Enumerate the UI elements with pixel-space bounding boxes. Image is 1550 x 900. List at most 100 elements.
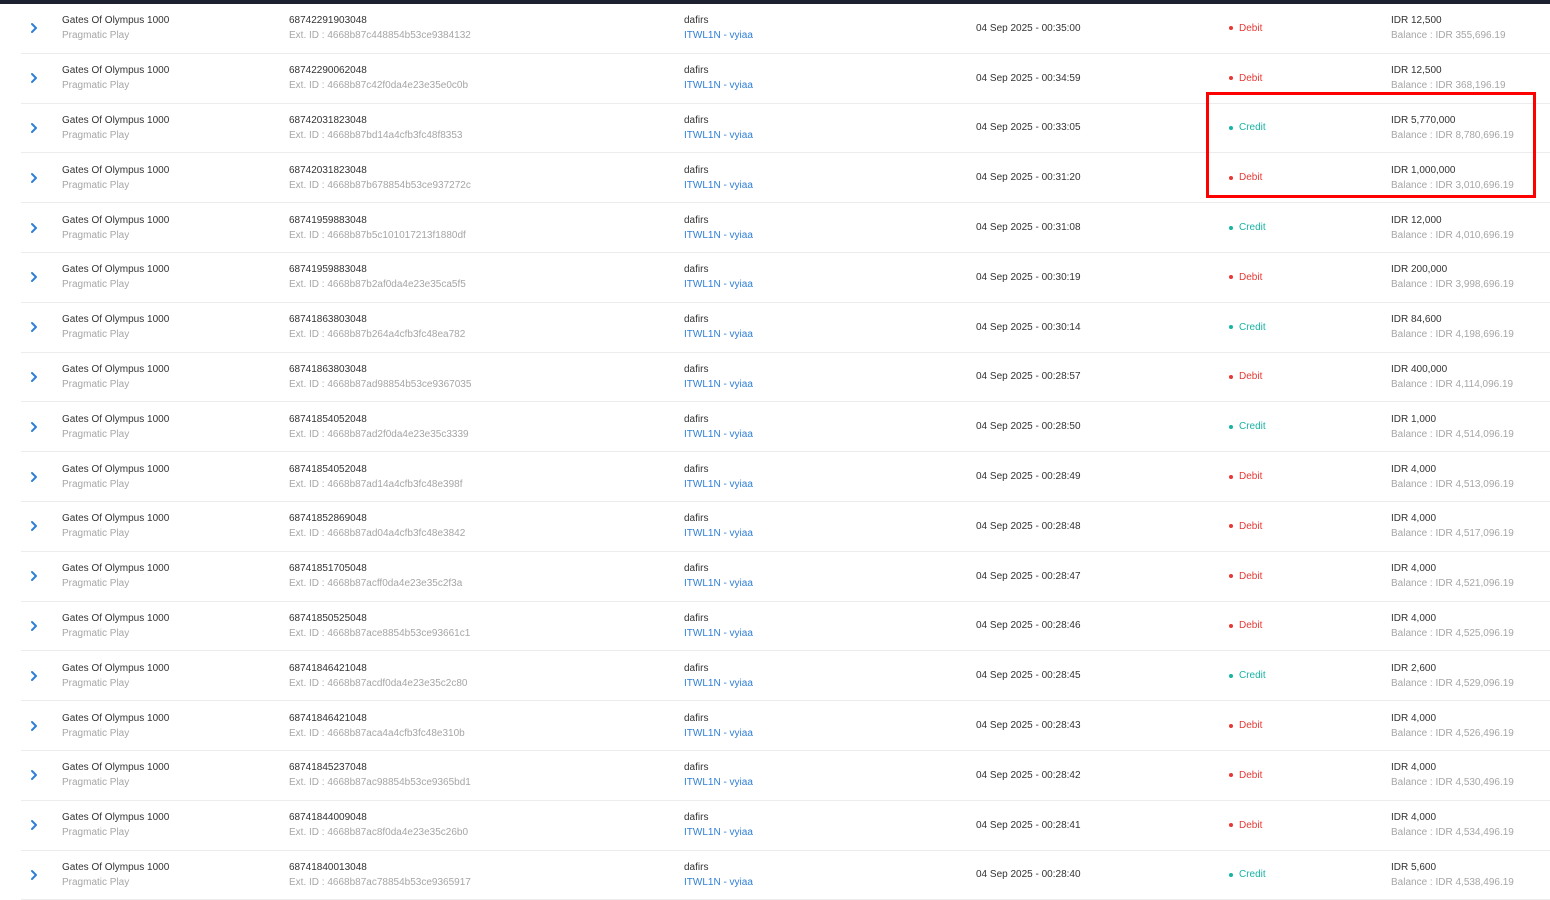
timestamp: 04 Sep 2025 - 00:28:48 xyxy=(976,520,1081,532)
chevron-right-icon[interactable] xyxy=(27,21,41,35)
game-cell: Gates Of Olympus 1000 Pragmatic Play xyxy=(62,4,169,53)
status-dot-icon xyxy=(1229,76,1233,81)
table-row[interactable]: Gates Of Olympus 1000 Pragmatic Play 687… xyxy=(21,303,1550,353)
username: dafirs xyxy=(684,662,709,674)
agent-link[interactable]: ITWL1N - vyiaa xyxy=(684,28,753,43)
transaction-id-cell: 68741851705048 Ext. ID : 4668b87acff0da4… xyxy=(289,552,462,601)
user-cell: dafirs ITWL1N - vyiaa xyxy=(684,651,753,700)
table-row[interactable]: Gates Of Olympus 1000 Pragmatic Play 687… xyxy=(21,602,1550,652)
agent-link[interactable]: ITWL1N - vyiaa xyxy=(684,875,753,890)
external-id: Ext. ID : 4668b87ad2f0da4e23e35c3339 xyxy=(289,428,469,440)
game-provider: Pragmatic Play xyxy=(62,329,130,341)
transaction-type-label: Debit xyxy=(1239,720,1263,732)
timestamp: 04 Sep 2025 - 00:31:08 xyxy=(976,222,1081,234)
amount-cell: IDR 5,770,000 Balance : IDR 8,780,696.19 xyxy=(1391,104,1514,153)
chevron-right-icon[interactable] xyxy=(27,719,41,733)
chevron-right-icon[interactable] xyxy=(27,669,41,683)
transaction-type-badge: Debit xyxy=(1229,172,1262,183)
chevron-right-icon[interactable] xyxy=(27,818,41,832)
chevron-right-icon[interactable] xyxy=(27,121,41,135)
table-row[interactable]: Gates Of Olympus 1000 Pragmatic Play 687… xyxy=(21,552,1550,602)
table-row[interactable]: Gates Of Olympus 1000 Pragmatic Play 687… xyxy=(21,701,1550,751)
type-cell: Credit xyxy=(1229,104,1266,153)
timestamp: 04 Sep 2025 - 00:28:43 xyxy=(976,720,1081,732)
table-row[interactable]: Gates Of Olympus 1000 Pragmatic Play 687… xyxy=(21,104,1550,154)
amount: IDR 4,000 xyxy=(1391,712,1437,724)
table-row[interactable]: Gates Of Olympus 1000 Pragmatic Play 687… xyxy=(21,751,1550,801)
game-provider: Pragmatic Play xyxy=(62,80,130,92)
chevron-right-icon[interactable] xyxy=(27,569,41,583)
table-row[interactable]: Gates Of Olympus 1000 Pragmatic Play 687… xyxy=(21,402,1550,453)
chevron-right-icon[interactable] xyxy=(27,221,41,235)
chevron-right-icon[interactable] xyxy=(27,171,41,185)
status-dot-icon xyxy=(1229,424,1233,429)
agent-link[interactable]: ITWL1N - vyiaa xyxy=(684,377,753,392)
transaction-id-cell: 68741863803048 Ext. ID : 4668b87ad98854b… xyxy=(289,353,471,402)
amount: IDR 2,600 xyxy=(1391,662,1437,674)
chevron-right-icon[interactable] xyxy=(27,270,41,284)
external-id: Ext. ID : 4668b87bd14a4cfb3fc48f8353 xyxy=(289,129,463,141)
balance: Balance : IDR 4,521,096.19 xyxy=(1391,578,1514,590)
agent-link[interactable]: ITWL1N - vyiaa xyxy=(684,775,753,790)
transaction-table: Gates Of Olympus 1000 Pragmatic Play 687… xyxy=(21,4,1550,900)
amount-cell: IDR 1,000 Balance : IDR 4,514,096.19 xyxy=(1391,402,1514,451)
agent-link[interactable]: ITWL1N - vyiaa xyxy=(684,576,753,591)
agent-link[interactable]: ITWL1N - vyiaa xyxy=(684,477,753,492)
external-id: Ext. ID : 4668b87b5c101017213f1880df xyxy=(289,229,466,241)
transaction-type-label: Credit xyxy=(1239,670,1266,682)
chevron-right-icon[interactable] xyxy=(27,370,41,384)
agent-link[interactable]: ITWL1N - vyiaa xyxy=(684,526,753,541)
agent-link[interactable]: ITWL1N - vyiaa xyxy=(684,726,753,741)
table-row[interactable]: Gates Of Olympus 1000 Pragmatic Play 687… xyxy=(21,801,1550,851)
table-row[interactable]: Gates Of Olympus 1000 Pragmatic Play 687… xyxy=(21,54,1550,104)
table-row[interactable]: Gates Of Olympus 1000 Pragmatic Play 687… xyxy=(21,203,1550,253)
status-dot-icon xyxy=(1229,225,1233,230)
username: dafirs xyxy=(684,463,709,475)
user-cell: dafirs ITWL1N - vyiaa xyxy=(684,552,753,601)
transaction-id-cell: 68741852869048 Ext. ID : 4668b87ad04a4cf… xyxy=(289,502,465,551)
agent-link[interactable]: ITWL1N - vyiaa xyxy=(684,825,753,840)
table-row[interactable]: Gates Of Olympus 1000 Pragmatic Play 687… xyxy=(21,502,1550,552)
agent-link[interactable]: ITWL1N - vyiaa xyxy=(684,676,753,691)
agent-link[interactable]: ITWL1N - vyiaa xyxy=(684,78,753,93)
agent-link[interactable]: ITWL1N - vyiaa xyxy=(684,626,753,641)
amount: IDR 4,000 xyxy=(1391,463,1437,475)
chevron-right-icon[interactable] xyxy=(27,470,41,484)
chevron-right-icon[interactable] xyxy=(27,868,41,882)
table-row[interactable]: Gates Of Olympus 1000 Pragmatic Play 687… xyxy=(21,4,1550,54)
chevron-right-icon[interactable] xyxy=(27,420,41,434)
game-name: Gates Of Olympus 1000 xyxy=(62,363,170,375)
table-row[interactable]: Gates Of Olympus 1000 Pragmatic Play 687… xyxy=(21,253,1550,303)
table-row[interactable]: Gates Of Olympus 1000 Pragmatic Play 687… xyxy=(21,651,1550,702)
agent-link[interactable]: ITWL1N - vyiaa xyxy=(684,178,753,193)
game-provider: Pragmatic Play xyxy=(62,578,130,590)
game-name: Gates Of Olympus 1000 xyxy=(62,264,170,276)
transaction-id: 68741840013048 xyxy=(289,861,367,873)
chevron-right-icon[interactable] xyxy=(27,768,41,782)
amount-cell: IDR 4,000 Balance : IDR 4,526,496.19 xyxy=(1391,701,1514,750)
transaction-id: 68741845237048 xyxy=(289,762,367,774)
chevron-right-icon[interactable] xyxy=(27,619,41,633)
table-row[interactable]: Gates Of Olympus 1000 Pragmatic Play 687… xyxy=(21,153,1550,204)
agent-link[interactable]: ITWL1N - vyiaa xyxy=(684,427,753,442)
amount-cell: IDR 12,500 Balance : IDR 368,196.19 xyxy=(1391,54,1506,103)
agent-link[interactable]: ITWL1N - vyiaa xyxy=(684,228,753,243)
agent-link[interactable]: ITWL1N - vyiaa xyxy=(684,277,753,292)
transaction-type-badge: Debit xyxy=(1229,620,1262,631)
table-row[interactable]: Gates Of Olympus 1000 Pragmatic Play 687… xyxy=(21,452,1550,502)
amount: IDR 5,600 xyxy=(1391,861,1437,873)
amount: IDR 4,000 xyxy=(1391,513,1437,525)
transaction-id: 68741844009048 xyxy=(289,812,367,824)
chevron-right-icon[interactable] xyxy=(27,519,41,533)
user-cell: dafirs ITWL1N - vyiaa xyxy=(684,602,753,651)
table-row[interactable]: Gates Of Olympus 1000 Pragmatic Play 687… xyxy=(21,353,1550,403)
balance: Balance : IDR 4,538,496.19 xyxy=(1391,876,1514,888)
agent-link[interactable]: ITWL1N - vyiaa xyxy=(684,327,753,342)
chevron-right-icon[interactable] xyxy=(27,320,41,334)
timestamp-cell: 04 Sep 2025 - 00:28:46 xyxy=(976,602,1081,651)
external-id: Ext. ID : 4668b87b678854b53ce937272c xyxy=(289,179,471,191)
user-cell: dafirs ITWL1N - vyiaa xyxy=(684,751,753,800)
agent-link[interactable]: ITWL1N - vyiaa xyxy=(684,128,753,143)
chevron-right-icon[interactable] xyxy=(27,71,41,85)
status-dot-icon xyxy=(1229,723,1233,728)
